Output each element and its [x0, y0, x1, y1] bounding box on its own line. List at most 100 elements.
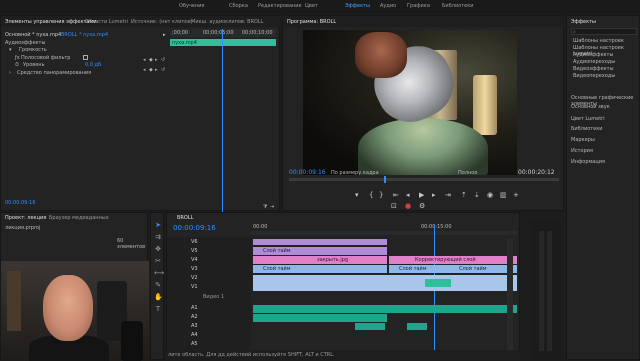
level-value[interactable]: 0,0 дБ [85, 62, 101, 68]
ws-effects[interactable]: Эффекты [345, 3, 370, 9]
chevron-right-icon[interactable]: › [9, 70, 11, 76]
menu-history[interactable]: История [571, 148, 593, 154]
step-forward-icon[interactable]: ▸ [432, 191, 436, 199]
timeline-scrollbar[interactable] [507, 239, 513, 359]
tab-effect-controls[interactable]: Элементы управления эффектами [5, 19, 97, 25]
record-icon[interactable]: ● [405, 202, 411, 210]
effect-timecode[interactable]: 00:00:09:16 [5, 200, 36, 206]
program-timecode[interactable]: 00:00:09:16 [289, 169, 326, 176]
ws-editing[interactable]: Редактирование [258, 3, 302, 9]
track-a4[interactable]: A4 [191, 332, 198, 338]
track-a3[interactable]: A3 [191, 323, 198, 329]
track-v2[interactable]: V2 [191, 275, 198, 281]
track-select-icon[interactable]: ⇉ [154, 233, 162, 241]
mark-out-icon[interactable]: } [379, 191, 383, 199]
timeline-ruler[interactable] [251, 231, 517, 235]
slip-icon[interactable]: ⟷ [154, 269, 164, 277]
tree-presets[interactable]: Шаблоны настроек [573, 38, 624, 44]
timeline-timecode[interactable]: 00:00:09:16 [173, 224, 216, 232]
clip-a4-audio[interactable] [407, 323, 427, 330]
program-title[interactable]: Программа: BROLL [287, 19, 336, 25]
tab-audio-mixer[interactable]: Микш. аудиоклипов: BROLL [191, 19, 264, 25]
export-icon[interactable]: ⇥ [270, 204, 274, 210]
type-icon[interactable]: T [154, 305, 162, 313]
ws-libraries[interactable]: Библиотеки [442, 3, 474, 9]
export-frame-icon[interactable]: ◉ [487, 191, 493, 199]
ws-color[interactable]: Цвет [305, 3, 318, 9]
ws-assembly[interactable]: Сборка [229, 3, 248, 9]
mark-in-icon[interactable]: { [369, 191, 373, 199]
program-playhead[interactable] [384, 176, 386, 183]
marker-icon[interactable]: ▾ [355, 191, 359, 199]
ws-audio[interactable]: Аудио [380, 3, 396, 9]
clip-title-3[interactable]: Cлой тайм Cлой тайм [389, 265, 517, 273]
clip-a2-audio[interactable] [253, 314, 387, 322]
clip-title-1[interactable]: Cлой тайм [253, 247, 387, 255]
clip-title-2[interactable]: Cлой тайм [253, 265, 387, 273]
play-icon[interactable]: ▶ [419, 191, 424, 199]
video-frame[interactable] [303, 30, 517, 175]
track-a2[interactable]: A2 [191, 314, 198, 320]
track-v5[interactable]: V5 [191, 248, 198, 254]
add-button-icon[interactable]: + [513, 191, 519, 199]
tab-media-browser[interactable]: Браузер медиаданных [49, 215, 109, 221]
effects-title[interactable]: Эффекты [571, 19, 596, 25]
lift-icon[interactable]: ⇡ [461, 191, 467, 199]
safe-margins-icon[interactable]: ⊡ [391, 202, 397, 210]
effect-playhead[interactable] [222, 29, 223, 212]
keyframe-controls[interactable]: ◂ ◆ ▸ ↺ [143, 57, 165, 63]
stopwatch-icon[interactable]: ⏱ [15, 62, 19, 68]
menu-lumetri-color[interactable]: Цвет Lumetri [571, 116, 605, 122]
track-a5[interactable]: A5 [191, 341, 198, 347]
chevron-down-icon[interactable]: ▾ [9, 47, 12, 53]
expand-icon[interactable]: ▸ [163, 32, 166, 38]
filter-icon[interactable]: ⧩ [263, 204, 267, 210]
extract-icon[interactable]: ⇣ [474, 191, 480, 199]
hand-icon[interactable]: ✋ [154, 293, 163, 301]
clip-v1-main[interactable] [253, 275, 517, 291]
clip-a3-audio[interactable] [355, 323, 385, 330]
clip-v6[interactable] [253, 239, 387, 245]
settings-icon[interactable]: ⚙ [419, 202, 425, 210]
clip-a1-audio[interactable] [253, 305, 517, 313]
tab-lumetri-scopes[interactable]: Области Lumetri [85, 19, 128, 25]
keyframe-controls-2[interactable]: ◂ ◆ ▸ ↺ [143, 67, 165, 73]
tree-audio-transitions[interactable]: Аудиопереходы [573, 59, 615, 65]
effect-ruler[interactable]: ;00;00 00;00;05;00 00;00;10;00 [170, 29, 276, 37]
clip-pink-1[interactable] [253, 256, 313, 264]
comparison-icon[interactable]: ▥ [500, 191, 507, 199]
menu-info[interactable]: Информация [571, 159, 605, 165]
tree-audio-effects[interactable]: Аудиоэффекты [573, 52, 613, 58]
program-scrubber[interactable] [289, 176, 559, 183]
tree-video-transitions[interactable]: Видеопереходы [573, 73, 615, 79]
track-a1[interactable]: A1 [191, 305, 198, 311]
clip-v1-green[interactable] [425, 279, 451, 287]
source-clip-label[interactable]: Основной * nyxa.mp4 [5, 32, 61, 38]
ripple-edit-icon[interactable]: ✥ [154, 245, 162, 253]
track-v1[interactable]: V1 [191, 284, 198, 290]
go-to-out-icon[interactable]: ⇥ [445, 191, 451, 199]
step-back-icon[interactable]: ◂ [406, 191, 410, 199]
tab-source[interactable]: Источник: (нет клипов) [131, 19, 193, 25]
ws-graphics[interactable]: Графика [407, 3, 430, 9]
clip-adjustment-layer[interactable]: Корректирующий слой [389, 256, 517, 264]
ws-learning[interactable]: Обучение [179, 3, 205, 9]
sequence-clip-label[interactable]: BROLL * nyxa.mp4 [61, 32, 108, 38]
timeline-playhead[interactable] [434, 225, 435, 359]
menu-libraries[interactable]: Библиотеки [571, 126, 603, 132]
track-v3[interactable]: V3 [191, 266, 198, 272]
pen-icon[interactable]: ✎ [154, 281, 162, 289]
effects-search[interactable]: ⌕ [571, 28, 637, 35]
tab-project[interactable]: Проект: лекция [5, 215, 46, 221]
effect-clip-bar[interactable]: nyxa.mp4 [170, 39, 276, 46]
bypass-checkbox[interactable] [83, 55, 88, 60]
razor-icon[interactable]: ✂ [154, 257, 162, 265]
tree-video-effects[interactable]: Видеоэффекты [573, 66, 614, 72]
track-v6[interactable]: V6 [191, 239, 198, 245]
track-v4[interactable]: V4 [191, 257, 198, 263]
timeline-tab[interactable]: BROLL [177, 215, 193, 221]
fit-dropdown[interactable]: По размеру кадра [331, 170, 379, 176]
clip-image[interactable]: закрыть.jpg [313, 256, 387, 264]
selection-tool-icon[interactable]: ➤ [154, 221, 162, 229]
quality-dropdown[interactable]: Полное [458, 170, 477, 176]
